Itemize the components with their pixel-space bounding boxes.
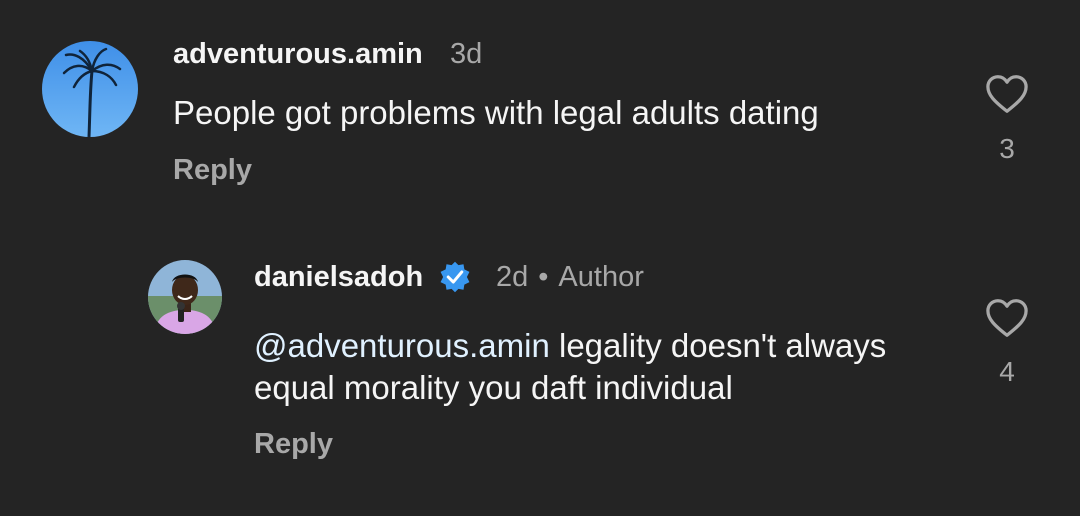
comment-username[interactable]: danielsadoh [254, 261, 423, 294]
comment-timestamp: 2d [496, 261, 529, 293]
reply-button[interactable]: Reply [173, 154, 252, 187]
mention-link[interactable]: @adventurous.amin [254, 327, 550, 364]
heart-outline-icon[interactable] [985, 74, 1029, 114]
heart-outline-icon[interactable] [985, 298, 1029, 338]
palm-tree-avatar-image [42, 41, 138, 137]
verified-badge-icon [440, 261, 470, 293]
avatar[interactable] [148, 260, 222, 334]
comments-screen: adventurous.amin 3d People got problems … [0, 0, 1080, 516]
comment-timestamp: 3d [450, 38, 483, 70]
comment-username[interactable]: adventurous.amin [173, 38, 423, 71]
separator-dot: • [538, 261, 549, 293]
like-count: 4 [999, 356, 1015, 387]
comment-meta: 2d • Author [496, 261, 644, 294]
comment-text-content: People got problems with legal adults da… [173, 94, 819, 131]
person-avatar-image [148, 260, 222, 334]
comment-text: @adventurous.amin legality doesn't alway… [254, 325, 954, 409]
reply-button[interactable]: Reply [254, 428, 333, 461]
avatar[interactable] [42, 41, 138, 137]
author-label: Author [558, 261, 644, 293]
comment-text: People got problems with legal adults da… [173, 92, 953, 134]
like-count: 3 [999, 133, 1015, 164]
